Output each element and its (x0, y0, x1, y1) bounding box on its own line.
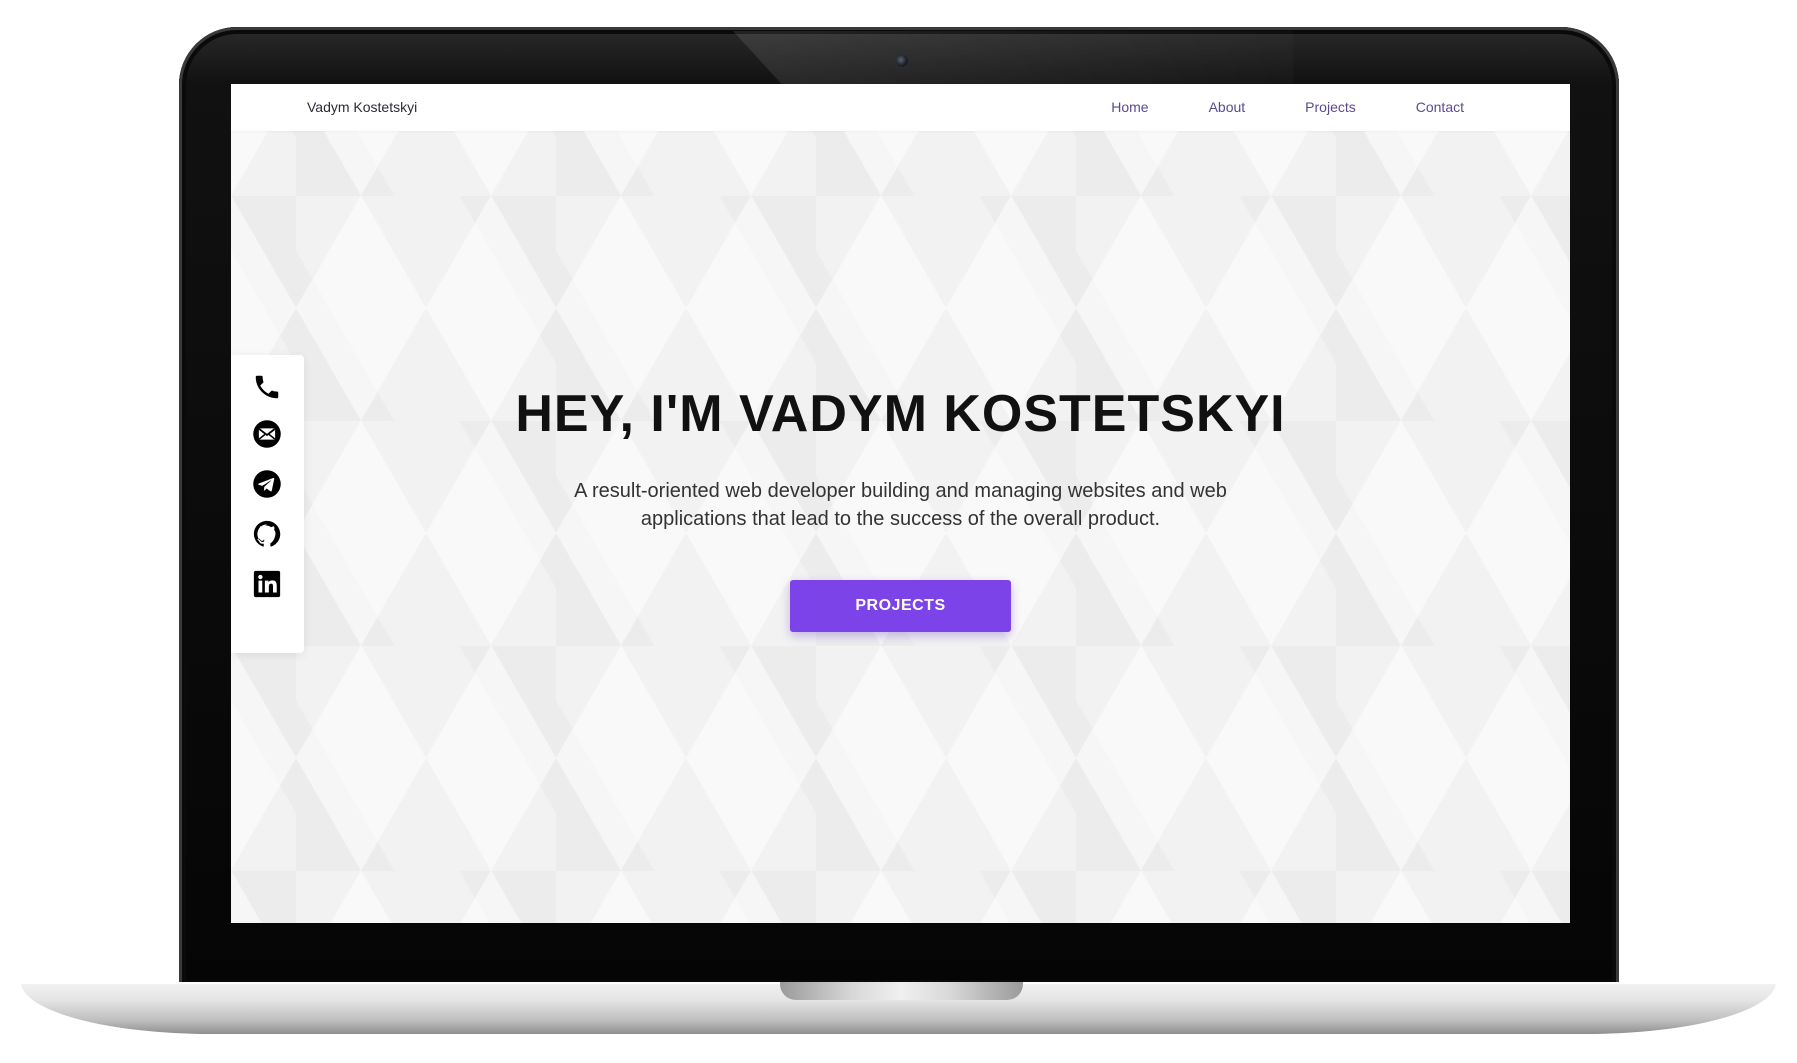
browser-viewport: Vadym Kostetskyi Home About Projects Con… (231, 84, 1570, 923)
camera-icon (896, 55, 908, 67)
top-navbar: Vadym Kostetskyi Home About Projects Con… (231, 84, 1570, 131)
nav-links: Home About Projects Contact (1051, 99, 1464, 115)
hero-title: HEY, I'M VADYM KOSTETSKYI (515, 385, 1286, 443)
laptop-notch (780, 982, 1023, 1000)
brand-link[interactable]: Vadym Kostetskyi (307, 99, 417, 115)
nav-item-home[interactable]: Home (1111, 99, 1148, 115)
telegram-icon (253, 470, 281, 498)
github-link[interactable] (252, 519, 282, 549)
nav-item-contact[interactable]: Contact (1416, 99, 1464, 115)
nav-item-projects[interactable]: Projects (1305, 99, 1356, 115)
linkedin-icon (253, 570, 281, 598)
linkedin-link[interactable] (252, 569, 282, 599)
github-icon (253, 520, 281, 547)
mockup-stage: Vadym Kostetskyi Home About Projects Con… (0, 0, 1797, 1063)
projects-button[interactable]: PROJECTS (790, 580, 1011, 632)
telegram-link[interactable] (252, 469, 282, 499)
nav-item-about[interactable]: About (1209, 99, 1246, 115)
hero-description: A result-oriented web developer building… (574, 480, 1227, 530)
